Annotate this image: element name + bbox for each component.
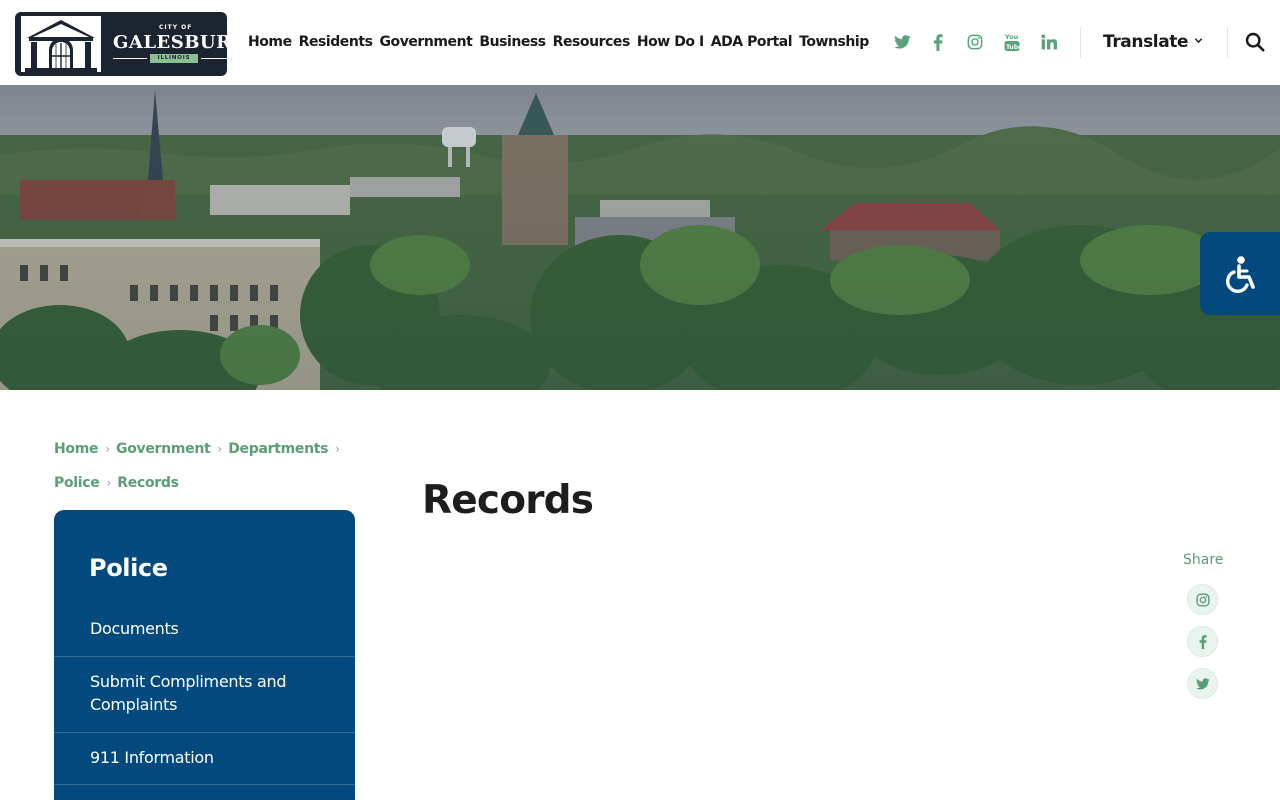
city-hall-logo-icon	[21, 16, 101, 72]
logo-city-name: GALESBURG	[113, 32, 227, 53]
twitter-icon	[1195, 677, 1210, 689]
hero-town-image	[0, 85, 1280, 390]
share-twitter-button[interactable]	[1187, 668, 1218, 699]
logo-state: ILLINOIS	[150, 54, 198, 63]
header-divider	[1227, 27, 1228, 58]
accessibility-button[interactable]	[1200, 232, 1280, 315]
page-title: Records	[422, 478, 594, 523]
share-instagram-button[interactable]	[1187, 584, 1218, 615]
translate-button[interactable]: Translate	[1103, 31, 1189, 53]
breadcrumb-government[interactable]: Government	[116, 441, 211, 457]
sidebar-title[interactable]: Police	[89, 554, 168, 582]
nav-government[interactable]: Government	[380, 32, 473, 52]
breadcrumb: Home › Government › Departments › Police…	[54, 438, 364, 506]
svg-text:You: You	[1004, 33, 1019, 41]
header-divider	[1080, 27, 1081, 58]
nav-ada-portal[interactable]: ADA Portal	[711, 32, 793, 52]
instagram-icon	[1195, 592, 1210, 607]
facebook-icon	[1199, 634, 1207, 649]
svg-text:Tube: Tube	[1006, 44, 1020, 51]
nav-home[interactable]: Home	[248, 32, 292, 52]
sidebar-item-documents[interactable]: Documents	[54, 608, 355, 657]
logo-rule-left	[113, 58, 147, 59]
nav-township[interactable]: Township	[799, 32, 869, 52]
breadcrumb-records[interactable]: Records	[117, 475, 179, 491]
logo-rule-right	[201, 58, 227, 59]
nav-residents[interactable]: Residents	[299, 32, 373, 52]
sidebar-item-911-information[interactable]: 911 Information	[54, 733, 355, 785]
twitter-icon[interactable]	[891, 31, 913, 53]
city-logo[interactable]: CITY OF GALESBURG ILLINOIS	[15, 12, 227, 76]
linkedin-icon[interactable]	[1038, 31, 1060, 53]
main-nav: Home Residents Government Business Resou…	[248, 32, 869, 52]
youtube-icon[interactable]: You Tube	[1001, 31, 1023, 53]
breadcrumb-row: Home › Government › Departments ›	[54, 438, 364, 460]
nav-resources[interactable]: Resources	[553, 32, 631, 52]
hero-banner	[0, 85, 1280, 390]
breadcrumb-police[interactable]: Police	[54, 475, 100, 491]
share-label: Share	[1183, 552, 1224, 568]
wheelchair-icon	[1226, 255, 1255, 293]
nav-how-do-i[interactable]: How Do I	[637, 32, 704, 52]
breadcrumb-row: Police › Records	[54, 472, 364, 494]
nav-business[interactable]: Business	[479, 32, 546, 52]
chevron-right-icon: ›	[106, 476, 112, 490]
chevron-right-icon: ›	[335, 442, 340, 456]
facebook-icon[interactable]	[927, 31, 949, 53]
chevron-down-icon	[1194, 38, 1203, 44]
share-facebook-button[interactable]	[1187, 626, 1218, 657]
site-header: CITY OF GALESBURG ILLINOIS Home Resident…	[0, 0, 1280, 85]
sidebar-item-compliments-complaints[interactable]: Submit Compliments and Complaints	[54, 657, 355, 733]
chevron-right-icon: ›	[105, 442, 111, 456]
section-sidebar: Police Documents Submit Compliments and …	[54, 510, 355, 800]
breadcrumb-home[interactable]: Home	[54, 441, 99, 457]
chevron-right-icon: ›	[217, 442, 223, 456]
search-icon[interactable]	[1245, 32, 1265, 52]
instagram-icon[interactable]	[964, 31, 986, 53]
breadcrumb-departments[interactable]: Departments	[228, 441, 328, 457]
logo-city-of: CITY OF	[159, 24, 193, 31]
